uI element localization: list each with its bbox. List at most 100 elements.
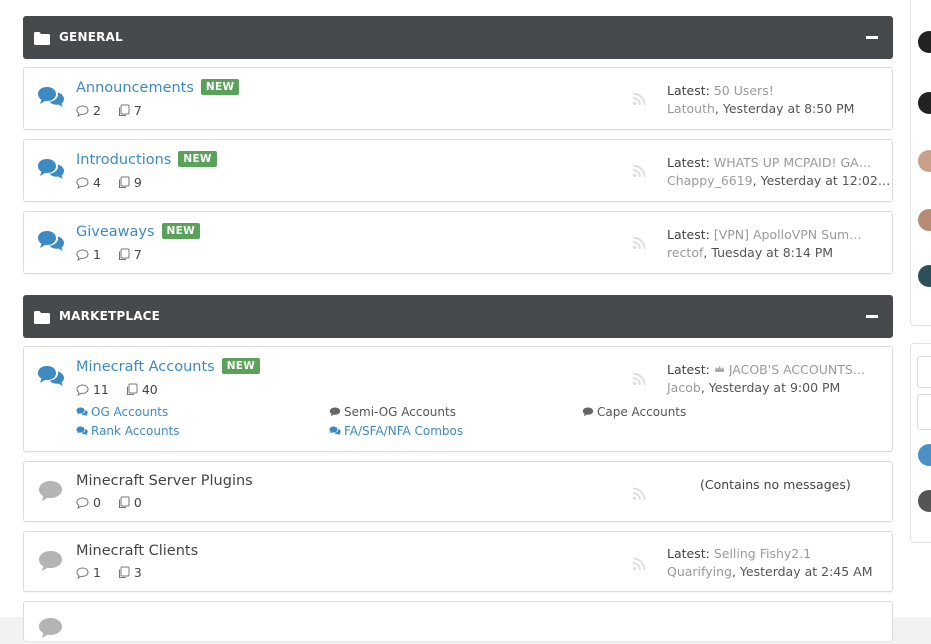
latest-date[interactable]: Yesterday at 8:50 PM: [723, 101, 855, 116]
forum-title[interactable]: Minecraft Clients: [76, 543, 198, 559]
avatar[interactable]: [918, 209, 931, 231]
avatar[interactable]: [918, 92, 931, 114]
chat-bubbles-small-icon: [76, 405, 91, 419]
forum-title[interactable]: Introductions NEW: [76, 151, 217, 168]
forum-title[interactable]: Minecraft Accounts NEW: [76, 358, 261, 375]
latest-user-link[interactable]: rectof: [667, 245, 703, 260]
copy-icon: [117, 247, 130, 262]
avatar[interactable]: [918, 265, 931, 287]
forum-stats: 11 40: [76, 382, 158, 397]
text-input[interactable]: [917, 394, 931, 430]
comment-icon: [76, 175, 89, 190]
category-title[interactable]: GENERAL: [59, 30, 123, 44]
subforum-link-semi-og-accounts[interactable]: Semi-OG Accounts: [329, 405, 456, 419]
copy-icon: [117, 565, 130, 580]
subforum-label[interactable]: OG Accounts: [91, 405, 168, 419]
subforum-link-cape-accounts[interactable]: Cape Accounts: [582, 405, 686, 419]
latest-post: Latest: Selling Fishy2.1 Quarifying, Yes…: [667, 545, 882, 581]
comment-icon: [76, 103, 89, 118]
avatar[interactable]: [918, 444, 931, 466]
comment-icon: [76, 495, 89, 510]
latest-label: Latest:: [667, 155, 710, 170]
forum-stats: 0 0: [76, 495, 142, 510]
rss-icon[interactable]: [632, 371, 646, 390]
subforum-link-og-accounts[interactable]: OG Accounts: [76, 405, 168, 419]
avatar[interactable]: [918, 490, 931, 512]
avatar[interactable]: [918, 31, 931, 53]
forum-title[interactable]: Minecraft Server Plugins: [76, 473, 253, 489]
rss-icon[interactable]: [632, 556, 646, 575]
forum-title[interactable]: Giveaways NEW: [76, 223, 200, 240]
chat-bubble-grey-icon: [37, 479, 65, 507]
new-badge: NEW: [161, 223, 200, 239]
message-count: 7: [133, 247, 142, 262]
subforum-label[interactable]: FA/SFA/NFA Combos: [344, 424, 463, 438]
category-header-marketplace[interactable]: MARKETPLACE: [23, 295, 893, 338]
chat-bubbles-blue-icon: [37, 364, 65, 392]
latest-user-link[interactable]: Latouth: [667, 101, 715, 116]
copy-icon: [117, 175, 130, 190]
category-header-general[interactable]: GENERAL: [23, 16, 893, 59]
rss-icon[interactable]: [632, 91, 646, 110]
forum-title-text[interactable]: Minecraft Server Plugins: [76, 473, 253, 489]
message-count: 0: [133, 495, 142, 510]
thread-count: 4: [92, 175, 101, 190]
copy-icon: [117, 495, 130, 510]
latest-date[interactable]: Yesterday at 2:45 AM: [740, 564, 873, 579]
separator: ,: [703, 245, 708, 260]
message-count: 9: [133, 175, 142, 190]
thread-count: 11: [92, 382, 109, 397]
chat-bubbles-blue-icon: [37, 229, 65, 257]
latest-thread-link[interactable]: [VPN] ApolloVPN Summe…: [714, 226, 874, 244]
separator: ,: [731, 564, 736, 579]
forum-title-text[interactable]: Announcements: [76, 80, 194, 96]
forum-title-text[interactable]: Minecraft Clients: [76, 543, 198, 559]
separator: ,: [700, 380, 705, 395]
thread-count: 2: [92, 103, 101, 118]
latest-thread-link[interactable]: 50 Users!: [714, 82, 774, 100]
category-title[interactable]: MARKETPLACE: [59, 309, 160, 323]
no-messages-text: (Contains no messages): [700, 477, 851, 492]
comment-icon: [76, 247, 89, 262]
latest-date[interactable]: Yesterday at 9:00 PM: [709, 380, 841, 395]
chat-bubble-grey-icon: [37, 549, 65, 577]
rss-icon[interactable]: [632, 235, 646, 254]
latest-user-link[interactable]: Jacob: [667, 380, 701, 395]
subforum-label[interactable]: Rank Accounts: [91, 424, 180, 438]
forum-title[interactable]: Announcements NEW: [76, 79, 240, 96]
forum-title-text[interactable]: Introductions: [76, 152, 171, 168]
latest-date[interactable]: Tuesday at 8:14 PM: [711, 245, 833, 260]
rss-icon[interactable]: [632, 163, 646, 182]
minus-icon[interactable]: [866, 315, 878, 318]
latest-thread-link[interactable]: JACOB'S ACCOUNTS! …: [729, 361, 869, 379]
latest-post: Latest: 50 Users! Latouth, Yesterday at …: [667, 82, 882, 118]
latest-user-link[interactable]: Chappy_6619: [667, 173, 753, 188]
forum-title-text[interactable]: Minecraft Accounts: [76, 359, 215, 375]
crown-icon: [714, 362, 725, 377]
forum-title-text[interactable]: Giveaways: [76, 224, 155, 240]
sidebar-panel-online: [910, 343, 931, 543]
forum-stats: 1 3: [76, 565, 142, 580]
sidebar-panel-members: [910, 0, 931, 326]
subforum-label[interactable]: Cape Accounts: [597, 405, 686, 419]
latest-label: Latest:: [667, 546, 710, 561]
latest-date[interactable]: Yesterday at 12:02…: [761, 173, 891, 188]
thread-count: 1: [92, 565, 101, 580]
rss-icon[interactable]: [632, 486, 646, 505]
latest-thread-link[interactable]: Selling Fishy2.1: [714, 545, 811, 563]
copy-icon: [117, 103, 130, 118]
avatar[interactable]: [918, 150, 931, 172]
folder-icon: [34, 309, 50, 328]
subforum-link-fa-sfa-nfa-combos[interactable]: FA/SFA/NFA Combos: [329, 424, 463, 438]
minus-icon[interactable]: [866, 36, 878, 39]
new-badge: NEW: [221, 358, 261, 374]
new-badge: NEW: [178, 151, 217, 167]
subforum-label[interactable]: Semi-OG Accounts: [344, 405, 456, 419]
latest-post: Latest: [VPN] ApolloVPN Summe… rectof, T…: [667, 226, 882, 262]
comment-icon: [76, 382, 89, 397]
message-count: 3: [133, 565, 142, 580]
subforum-link-rank-accounts[interactable]: Rank Accounts: [76, 424, 180, 438]
latest-user-link[interactable]: Quarifying: [667, 564, 732, 579]
latest-thread-link[interactable]: WHATS UP MCPAID! GAN…: [714, 154, 874, 172]
text-input[interactable]: [917, 356, 931, 388]
